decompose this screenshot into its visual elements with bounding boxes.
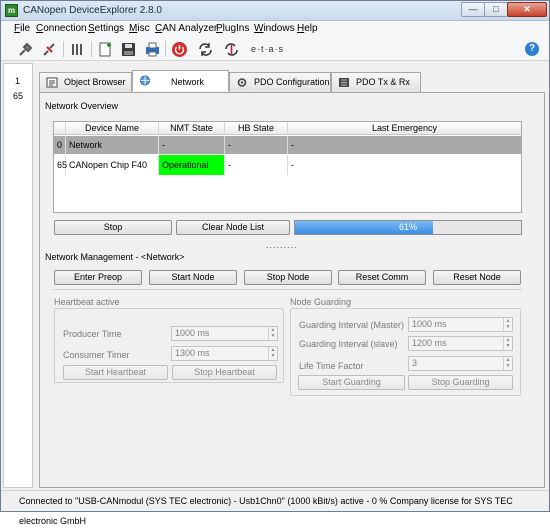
guarding-interval-slave-spinbox[interactable]: 1200 ms ▲ ▼ xyxy=(408,336,513,351)
table-row[interactable]: 0 Network - - - xyxy=(54,136,521,154)
connect-icon[interactable] xyxy=(17,41,34,58)
menu-bar: File Connection Settings Misc CAN Analyz… xyxy=(1,21,549,37)
status-bar: Connected to "USB-CANmodul (SYS TEC elec… xyxy=(1,490,549,526)
reset-icon[interactable] xyxy=(223,41,240,58)
stop-guarding-button[interactable]: Stop Guarding xyxy=(408,375,513,390)
node-guarding-label: Node Guarding xyxy=(290,297,352,307)
disconnect-icon[interactable] xyxy=(41,41,58,58)
title-bar: m CANopen DeviceExplorer 2.8.0 — □ ✕ xyxy=(1,1,549,21)
column-header-nmt-state[interactable]: NMT State xyxy=(159,122,225,135)
tab-object-browser[interactable]: Object Browser xyxy=(39,72,132,92)
nmt-state-operational: Operational xyxy=(159,155,225,175)
table-row[interactable]: 65 CANopen Chip F40 Operational - - xyxy=(54,155,521,175)
column-header-last-emergency[interactable]: Last Emergency xyxy=(288,122,521,135)
guarding-interval-master-spinbox[interactable]: 1000 ms ▲ ▼ xyxy=(408,317,513,332)
print-icon[interactable] xyxy=(144,41,161,58)
clear-node-list-button[interactable]: Clear Node List xyxy=(176,220,290,235)
producer-time-label: Producer Time xyxy=(63,329,122,339)
guarding-interval-slave-label: Guarding Interval (slave) xyxy=(299,339,398,349)
progress-text: 61% xyxy=(398,222,417,232)
heartbeat-active-label: Heartbeat active xyxy=(54,297,120,307)
toolbar: e·t·a·s ? xyxy=(1,37,549,61)
stop-button[interactable]: Stop xyxy=(54,220,172,235)
menu-can-analyzer[interactable]: CAN Analyzer xyxy=(155,23,217,34)
refresh-icon[interactable] xyxy=(197,41,214,58)
minimize-button[interactable]: — xyxy=(461,2,485,17)
reset-node-button[interactable]: Reset Node xyxy=(433,270,521,285)
tab-pdo-configuration[interactable]: PDO Configuration xyxy=(229,72,331,92)
menu-help[interactable]: Help xyxy=(297,23,318,34)
menu-connection[interactable]: Connection xyxy=(36,23,87,34)
power-icon[interactable] xyxy=(171,41,188,58)
tab-pdo-tx-rx[interactable]: PDO Tx & Rx xyxy=(331,72,421,92)
object-browser-icon xyxy=(46,77,58,88)
menu-settings[interactable]: Settings xyxy=(88,23,124,34)
menu-misc[interactable]: Misc xyxy=(129,23,150,34)
help-icon[interactable]: ? xyxy=(525,42,539,56)
scan-progress-bar: 61% xyxy=(294,220,522,235)
enter-preop-button[interactable]: Enter Preop xyxy=(54,270,142,285)
stop-node-button[interactable]: Stop Node xyxy=(244,270,332,285)
menu-plugins[interactable]: PlugIns xyxy=(216,23,249,34)
reset-comm-button[interactable]: Reset Comm xyxy=(338,270,426,285)
start-heartbeat-button[interactable]: Start Heartbeat xyxy=(63,365,168,380)
save-icon[interactable] xyxy=(120,41,137,58)
start-guarding-button[interactable]: Start Guarding xyxy=(298,375,405,390)
main-window: m CANopen DeviceExplorer 2.8.0 — □ ✕ Fil… xyxy=(0,0,550,526)
pdo-config-icon xyxy=(236,77,248,88)
node-list-item[interactable]: 65 xyxy=(13,91,23,101)
pdo-txrx-icon xyxy=(338,77,350,88)
spin-arrows-icon[interactable]: ▲ ▼ xyxy=(268,347,277,360)
maximize-button[interactable]: □ xyxy=(484,2,508,17)
close-button[interactable]: ✕ xyxy=(507,2,547,17)
network-icon xyxy=(139,75,151,86)
etas-logo-icon: e·t·a·s xyxy=(251,44,285,54)
column-header-device-name[interactable]: Device Name xyxy=(66,122,159,135)
column-header-hb-state[interactable]: HB State xyxy=(225,122,288,135)
consumer-timer-label: Consumer Timer xyxy=(63,350,130,360)
spin-arrows-icon[interactable]: ▲ ▼ xyxy=(503,318,512,331)
spin-arrows-icon[interactable]: ▲ ▼ xyxy=(268,327,277,340)
producer-time-spinbox[interactable]: 1000 ms ▲ ▼ xyxy=(171,326,278,341)
node-list[interactable]: 1 65 xyxy=(3,63,33,488)
tab-network[interactable]: Network xyxy=(132,70,229,91)
network-management-label: Network Management - <Network> xyxy=(45,252,185,262)
menu-windows[interactable]: Windows xyxy=(254,23,295,34)
network-overview-table: Device Name NMT State HB State Last Emer… xyxy=(53,121,522,213)
spin-arrows-icon[interactable]: ▲ ▼ xyxy=(503,357,512,370)
settings-bars-icon[interactable] xyxy=(69,41,86,58)
life-time-factor-label: Life Time Factor xyxy=(299,361,364,371)
life-time-factor-spinbox[interactable]: 3 ▲ ▼ xyxy=(408,356,513,371)
node-list-item[interactable]: 1 xyxy=(15,76,20,86)
spin-arrows-icon[interactable]: ▲ ▼ xyxy=(503,337,512,350)
start-node-button[interactable]: Start Node xyxy=(149,270,237,285)
new-file-icon[interactable] xyxy=(97,41,114,58)
splitter-handle[interactable]: ......... xyxy=(266,240,298,250)
app-icon: m xyxy=(5,4,18,17)
guarding-interval-master-label: Guarding Interval (Master) xyxy=(299,320,405,330)
menu-file[interactable]: File xyxy=(14,23,30,34)
network-overview-label: Network Overview xyxy=(45,101,119,111)
consumer-timer-spinbox[interactable]: 1300 ms ▲ ▼ xyxy=(171,346,278,361)
stop-heartbeat-button[interactable]: Stop Heartbeat xyxy=(172,365,277,380)
window-title: CANopen DeviceExplorer 2.8.0 xyxy=(23,5,162,16)
